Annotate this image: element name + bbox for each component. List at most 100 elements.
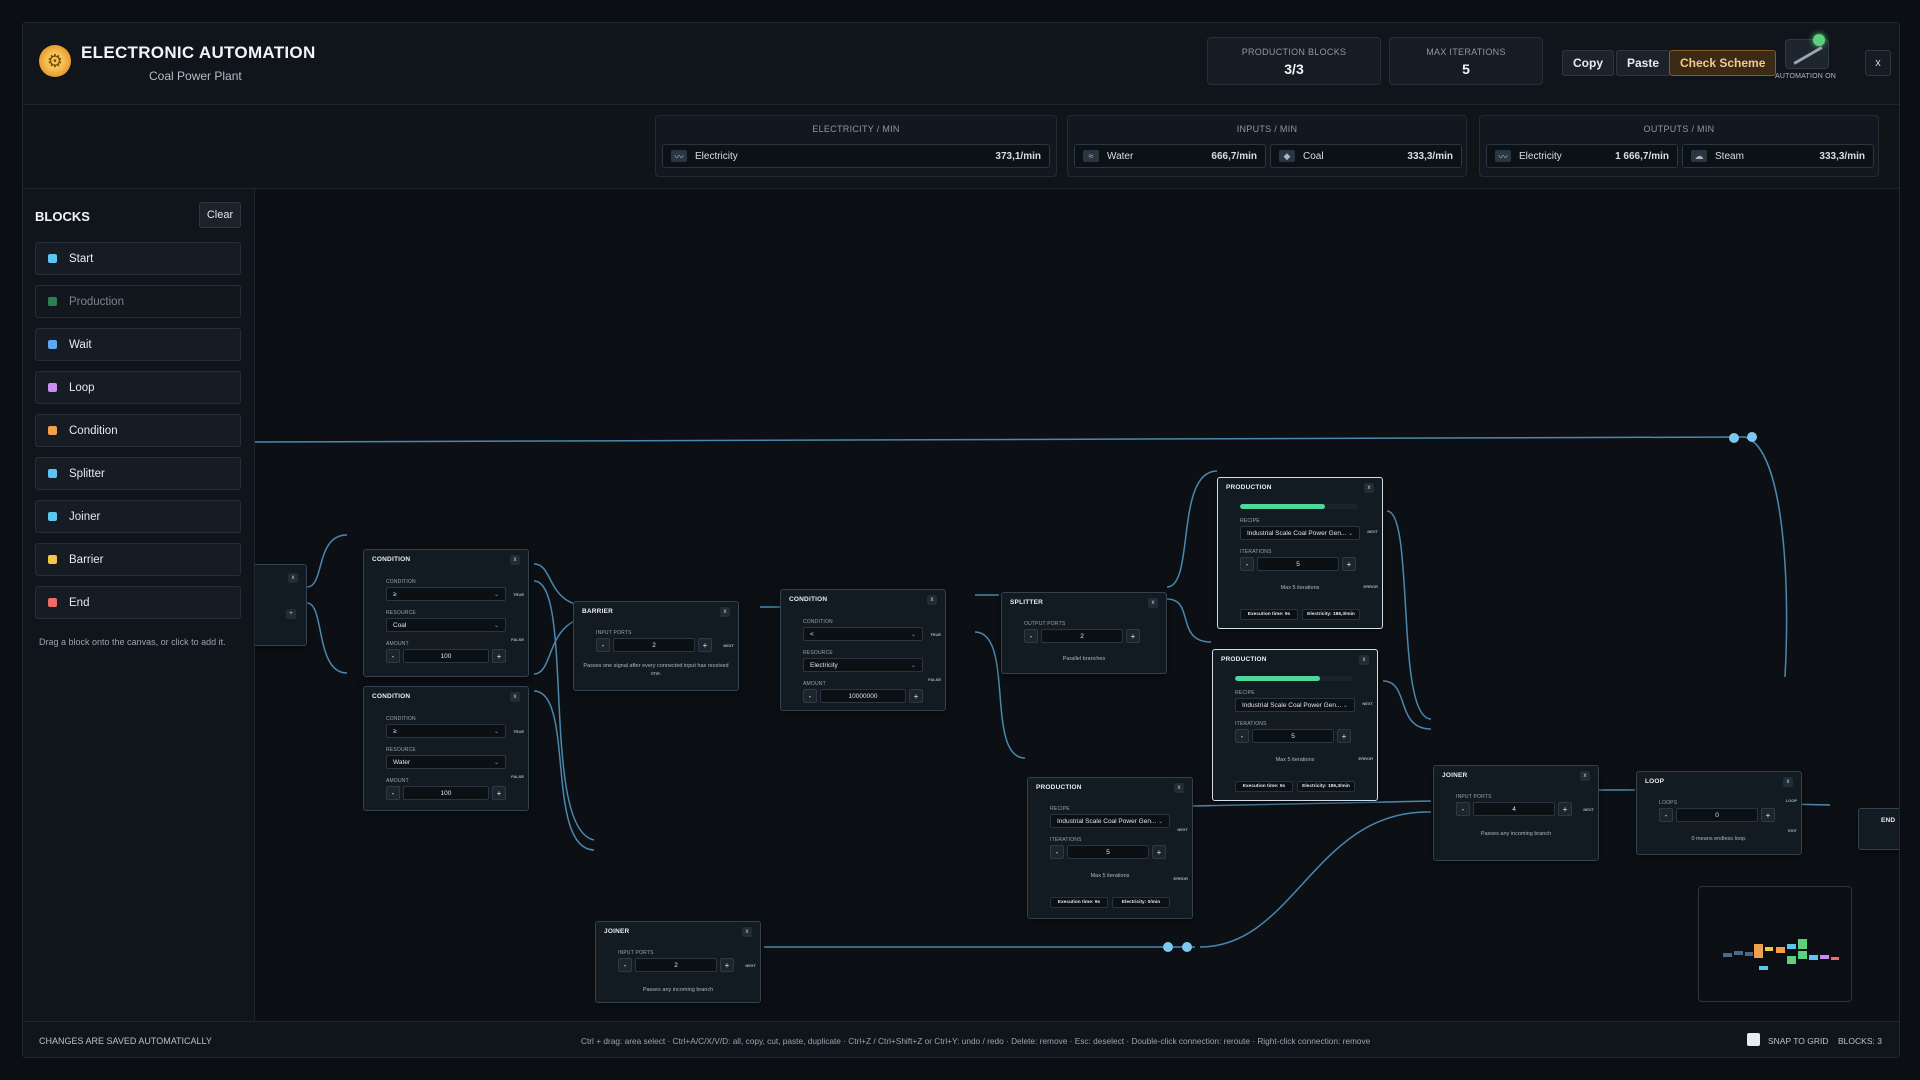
iterations-stepper[interactable]: - 5 + xyxy=(1050,845,1166,859)
condition-select[interactable]: ≥ ⌄ xyxy=(386,587,506,601)
loop-node[interactable]: LOOP x LOOPS - 0 + LOOP EXIT 0 means end… xyxy=(1636,771,1802,855)
sidebar-item-loop[interactable]: Loop xyxy=(35,371,241,404)
close-icon[interactable]: x xyxy=(1783,777,1793,787)
decrement-button[interactable]: - xyxy=(1024,629,1038,643)
condition-select[interactable]: < ⌄ xyxy=(803,627,923,641)
iterations-stepper[interactable]: - 5 + xyxy=(1235,729,1351,743)
increment-button[interactable]: + xyxy=(1337,729,1351,743)
input-ports-value[interactable]: 2 xyxy=(613,638,695,652)
input-ports-value[interactable]: 4 xyxy=(1473,802,1555,816)
amount-value[interactable]: 10000000 xyxy=(820,689,906,703)
close-icon[interactable]: x xyxy=(1174,783,1184,793)
snap-to-grid-checkbox[interactable] xyxy=(1747,1033,1760,1046)
decrement-button[interactable]: - xyxy=(1240,557,1254,571)
resource-select[interactable]: Water ⌄ xyxy=(386,755,506,769)
increment-button[interactable]: + xyxy=(1558,802,1572,816)
decrement-button[interactable]: - xyxy=(1659,808,1673,822)
condition-node-water[interactable]: CONDITION x CONDITION ≥ ⌄ RESOURCE Water ⌄… xyxy=(363,686,529,811)
connection-wire[interactable] xyxy=(1382,680,1432,730)
iterations-value[interactable]: 5 xyxy=(1067,845,1149,859)
increment-button[interactable]: + xyxy=(1761,808,1775,822)
increment-button[interactable]: + xyxy=(909,689,923,703)
connection-wire[interactable] xyxy=(1199,811,1432,948)
close-icon[interactable]: x xyxy=(288,573,298,583)
reroute-point[interactable] xyxy=(1747,432,1757,442)
decrement-button[interactable]: - xyxy=(386,649,400,663)
decrement-button[interactable]: - xyxy=(386,786,400,800)
close-button[interactable]: x xyxy=(1865,50,1891,76)
production-node-3[interactable]: PRODUCTION x RECIPE Industrial Scale Coa… xyxy=(1027,777,1193,919)
barrier-node[interactable]: BARRIER x INPUT PORTS - 2 + NEXT Passes … xyxy=(573,601,739,691)
sidebar-item-end[interactable]: End xyxy=(35,586,241,619)
decrement-button[interactable]: - xyxy=(1456,802,1470,816)
increment-button[interactable]: + xyxy=(1342,557,1356,571)
splitter-node[interactable]: SPLITTER x OUTPUT PORTS - 2 + Parallel b… xyxy=(1001,592,1167,674)
close-icon[interactable]: x xyxy=(1364,483,1374,493)
connection-wire[interactable] xyxy=(1166,598,1212,643)
connection-wire[interactable] xyxy=(1386,510,1432,720)
recipe-select[interactable]: Industrial Scale Coal Power Gen... ⌄ xyxy=(1050,814,1170,828)
increment-button[interactable]: + xyxy=(1152,845,1166,859)
amount-stepper[interactable]: - 100 + xyxy=(386,649,506,663)
close-icon[interactable]: x xyxy=(1580,771,1590,781)
iterations-stepper[interactable]: - 5 + xyxy=(1240,557,1356,571)
canvas-minimap[interactable] xyxy=(1698,886,1852,1002)
sidebar-item-joiner[interactable]: Joiner xyxy=(35,500,241,533)
increment-button[interactable]: + xyxy=(1126,629,1140,643)
paste-button[interactable]: Paste xyxy=(1616,50,1671,76)
increment-button[interactable]: + xyxy=(492,786,506,800)
input-ports-stepper[interactable]: - 2 + xyxy=(596,638,712,652)
amount-value[interactable]: 100 xyxy=(403,786,489,800)
production-node-2[interactable]: PRODUCTION x RECIPE Industrial Scale Coa… xyxy=(1212,649,1378,801)
increment-button[interactable]: + xyxy=(720,958,734,972)
close-icon[interactable]: x xyxy=(510,555,520,565)
loops-stepper[interactable]: - 0 + xyxy=(1659,808,1775,822)
amount-value[interactable]: 100 xyxy=(403,649,489,663)
resource-select[interactable]: Electricity ⌄ xyxy=(803,658,923,672)
sidebar-item-condition[interactable]: Condition xyxy=(35,414,241,447)
close-icon[interactable]: x xyxy=(1359,655,1369,665)
connection-wire[interactable] xyxy=(1166,470,1218,588)
input-ports-stepper[interactable]: - 4 + xyxy=(1456,802,1572,816)
connection-wire[interactable] xyxy=(1744,436,1788,678)
output-ports-stepper[interactable]: - 2 + xyxy=(1024,629,1140,643)
start-node[interactable]: x + xyxy=(255,564,307,646)
increment-button[interactable]: + xyxy=(492,649,506,663)
clear-button[interactable]: Clear xyxy=(199,202,241,228)
amount-stepper[interactable]: - 10000000 + xyxy=(803,689,923,703)
reroute-point[interactable] xyxy=(1182,942,1192,952)
sidebar-item-barrier[interactable]: Barrier xyxy=(35,543,241,576)
decrement-button[interactable]: - xyxy=(1235,729,1249,743)
input-ports-value[interactable]: 2 xyxy=(635,958,717,972)
amount-stepper[interactable]: - 100 + xyxy=(386,786,506,800)
condition-node-coal[interactable]: CONDITION x CONDITION ≥ ⌄ RESOURCE Coal ⌄ … xyxy=(363,549,529,677)
plus-icon[interactable]: + xyxy=(286,609,296,619)
decrement-button[interactable]: - xyxy=(1050,845,1064,859)
recipe-select[interactable]: Industrial Scale Coal Power Gen... ⌄ xyxy=(1240,526,1360,540)
resource-select[interactable]: Coal ⌄ xyxy=(386,618,506,632)
sidebar-item-wait[interactable]: Wait xyxy=(35,328,241,361)
decrement-button[interactable]: - xyxy=(803,689,817,703)
automation-toggle[interactable] xyxy=(1785,34,1829,69)
close-icon[interactable]: x xyxy=(510,692,520,702)
automation-canvas[interactable]: x + CONDITION x CONDITION ≥ ⌄ RESOURCE Co… xyxy=(255,189,1899,1021)
close-icon[interactable]: x xyxy=(720,607,730,617)
connection-wire[interactable] xyxy=(255,436,1746,443)
check-scheme-button[interactable]: Check Scheme xyxy=(1669,50,1777,76)
close-icon[interactable]: x xyxy=(742,927,752,937)
output-ports-value[interactable]: 2 xyxy=(1041,629,1123,643)
production-node-1[interactable]: PRODUCTION x RECIPE Industrial Scale Coa… xyxy=(1217,477,1383,629)
increment-button[interactable]: + xyxy=(698,638,712,652)
connection-wire[interactable] xyxy=(1192,800,1432,807)
sidebar-item-production[interactable]: Production xyxy=(35,285,241,318)
end-node[interactable]: END xyxy=(1858,808,1899,850)
iterations-value[interactable]: 5 xyxy=(1257,557,1339,571)
condition-select[interactable]: ≥ ⌄ xyxy=(386,724,506,738)
joiner-node-1[interactable]: JOINER x INPUT PORTS - 2 + NEXT Passes a… xyxy=(595,921,761,1003)
loops-value[interactable]: 0 xyxy=(1676,808,1758,822)
recipe-select[interactable]: Industrial Scale Coal Power Gen... ⌄ xyxy=(1235,698,1355,712)
decrement-button[interactable]: - xyxy=(596,638,610,652)
connection-wire[interactable] xyxy=(306,602,348,674)
iterations-value[interactable]: 5 xyxy=(1252,729,1334,743)
close-icon[interactable]: x xyxy=(927,595,937,605)
